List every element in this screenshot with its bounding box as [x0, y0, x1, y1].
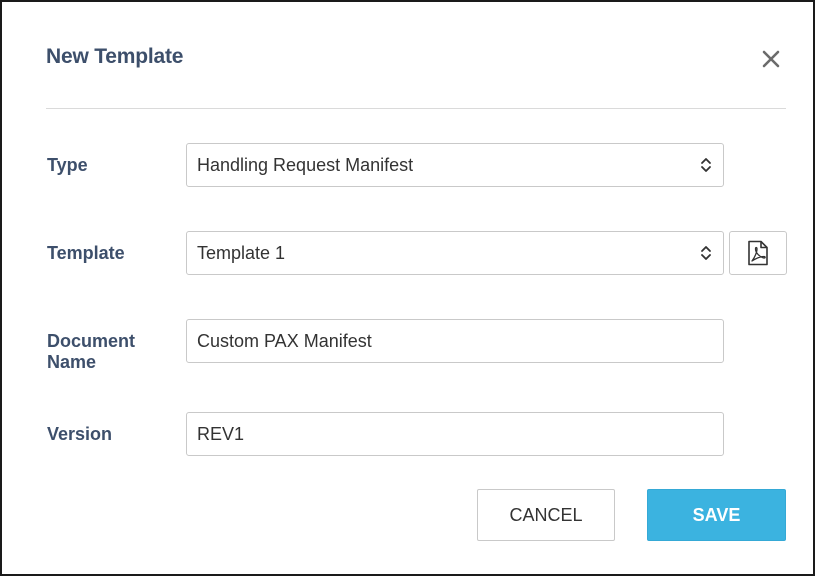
- version-input[interactable]: REV1: [186, 412, 724, 456]
- template-select-value: Template 1: [197, 242, 286, 263]
- dialog-header: New Template: [46, 42, 786, 82]
- close-icon: [762, 50, 780, 68]
- template-label: Template: [47, 243, 125, 263]
- document-name-input[interactable]: Custom PAX Manifest: [186, 319, 724, 363]
- document-name-label-line2: Name: [47, 352, 97, 372]
- dialog-title: New Template: [46, 45, 184, 68]
- cancel-button[interactable]: CANCEL: [477, 489, 615, 541]
- version-value: REV1: [197, 423, 245, 444]
- pdf-preview-button[interactable]: [729, 231, 787, 275]
- select-arrows-icon: [701, 246, 711, 260]
- save-button[interactable]: SAVE: [647, 489, 786, 541]
- document-name-label: Document Name: [47, 331, 135, 373]
- document-name-value: Custom PAX Manifest: [197, 330, 372, 351]
- close-button[interactable]: [756, 44, 786, 74]
- template-select[interactable]: Template 1: [186, 231, 724, 275]
- document-name-label-line1: Document: [47, 331, 136, 351]
- new-template-dialog: New Template Type Handling Request Manif…: [0, 0, 815, 576]
- type-select[interactable]: Handling Request Manifest: [186, 143, 724, 187]
- type-select-value: Handling Request Manifest: [197, 154, 414, 175]
- select-arrows-icon: [701, 158, 711, 172]
- header-divider: [46, 108, 786, 109]
- pdf-icon: [748, 240, 768, 266]
- version-label: Version: [47, 424, 113, 444]
- type-label: Type: [47, 155, 88, 175]
